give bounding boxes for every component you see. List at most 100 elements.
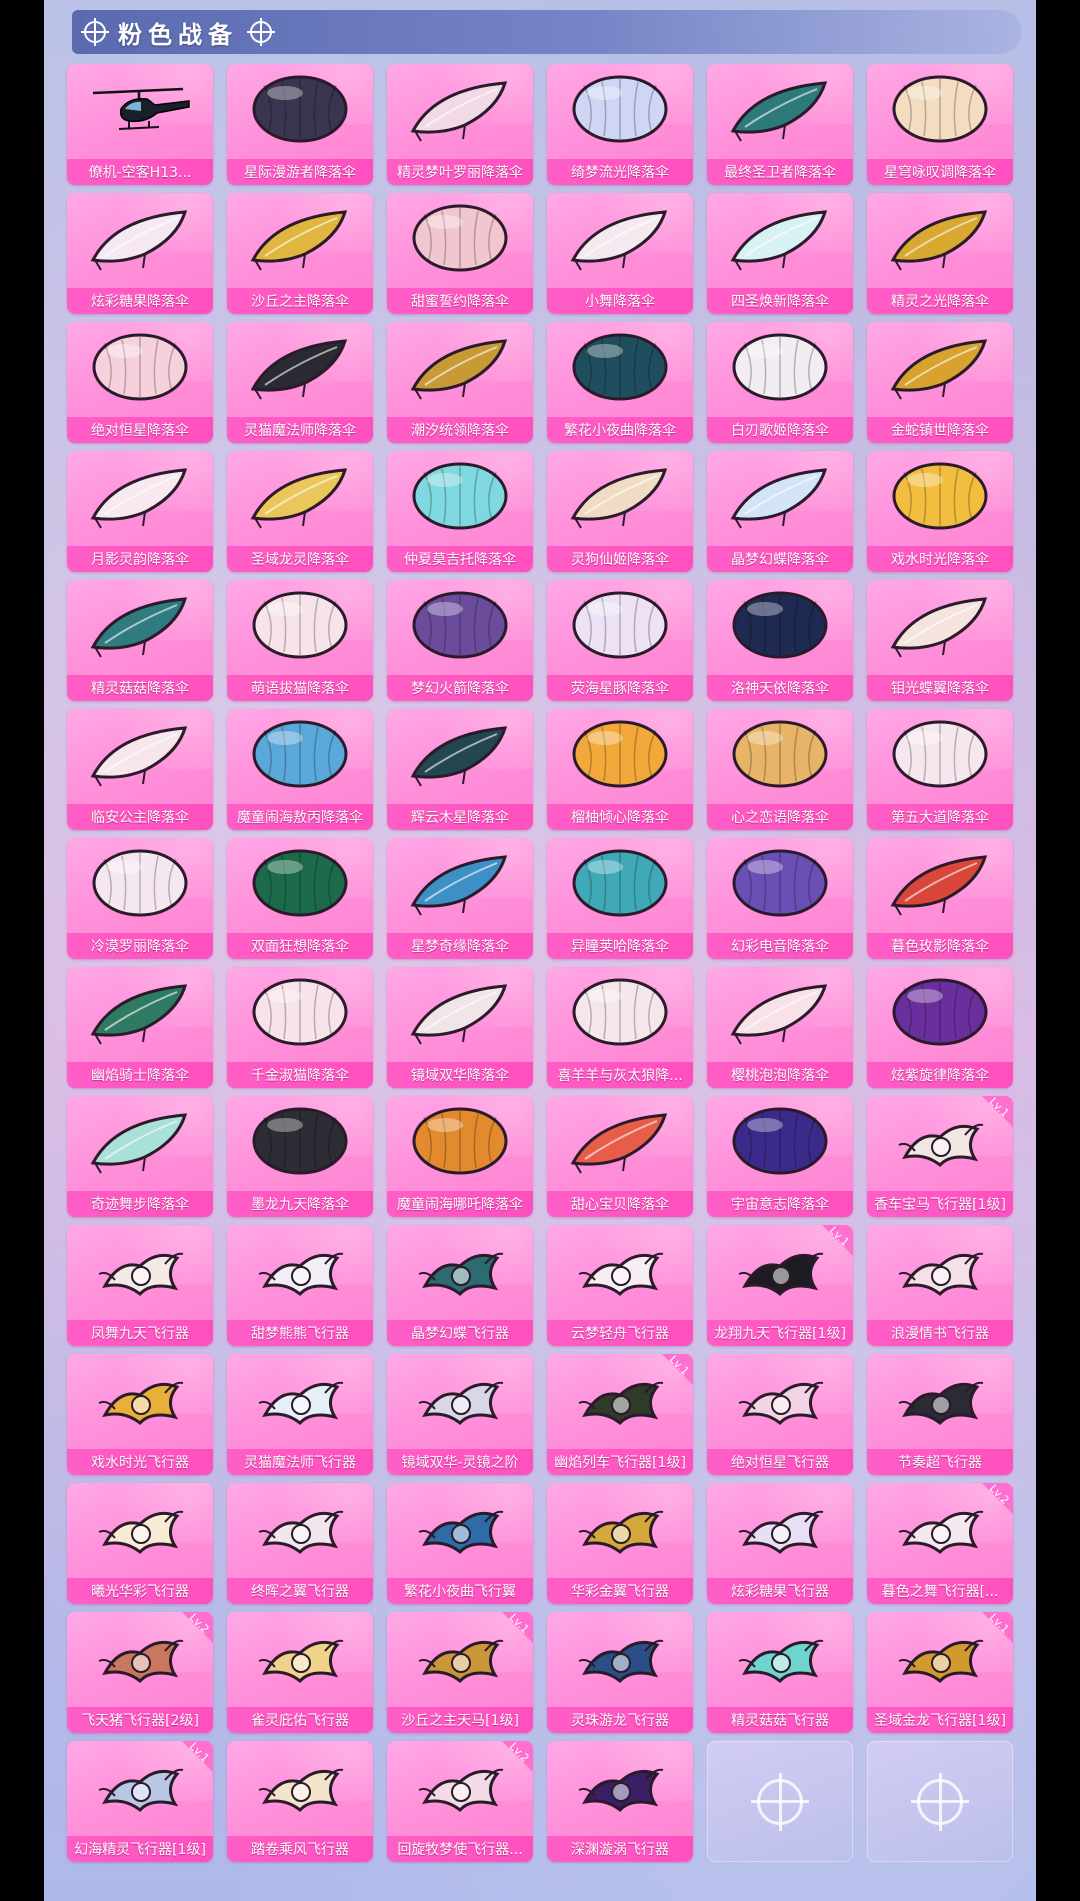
item-card[interactable]: Lv.1 香车宝马飞行器[1级]: [867, 1096, 1013, 1217]
item-card[interactable]: 洛神天依降落伞: [707, 580, 853, 701]
item-card[interactable]: 灵猫魔法师飞行器: [227, 1354, 373, 1475]
item-card[interactable]: 魔童闹海哪吒降落伞: [387, 1096, 533, 1217]
item-card[interactable]: 潮汐统领降落伞: [387, 322, 533, 443]
flyer-icon: [258, 1768, 344, 1813]
item-card[interactable]: 心之恋语降落伞: [707, 709, 853, 830]
item-card[interactable]: 圣域龙灵降落伞: [227, 451, 373, 572]
item-label-bar: 潮汐统领降落伞: [387, 417, 533, 443]
item-card[interactable]: 暮色玫影降落伞: [867, 838, 1013, 959]
item-card[interactable]: 炫紫旋律降落伞: [867, 967, 1013, 1088]
item-card[interactable]: 僚机-空客H13...: [67, 64, 213, 185]
item-card[interactable]: 星梦奇缘降落伞: [387, 838, 533, 959]
item-card[interactable]: 灵猫魔法师降落伞: [227, 322, 373, 443]
item-card[interactable]: 戏水时光降落伞: [867, 451, 1013, 572]
item-card[interactable]: 千金淑猫降落伞: [227, 967, 373, 1088]
item-card[interactable]: Lv.1 沙丘之主天马[1级]: [387, 1612, 533, 1733]
item-card[interactable]: 辉云木星降落伞: [387, 709, 533, 830]
item-card[interactable]: 曦光华彩飞行器: [67, 1483, 213, 1604]
item-label-bar: 樱桃泡泡降落伞: [707, 1062, 853, 1088]
item-card[interactable]: 小舞降落伞: [547, 193, 693, 314]
item-card[interactable]: 萌语拔猫降落伞: [227, 580, 373, 701]
item-card[interactable]: 终晖之翼飞行器: [227, 1483, 373, 1604]
item-card[interactable]: 幻彩电音降落伞: [707, 838, 853, 959]
item-card[interactable]: 精灵菇菇飞行器: [707, 1612, 853, 1733]
item-card[interactable]: 冷漠罗丽降落伞: [67, 838, 213, 959]
flyer-icon: [418, 1381, 504, 1426]
item-card[interactable]: 樱桃泡泡降落伞: [707, 967, 853, 1088]
parachute-icon: [892, 75, 988, 143]
item-card[interactable]: 奇迹舞步降落伞: [67, 1096, 213, 1217]
item-card[interactable]: 异瞳荚哈降落伞: [547, 838, 693, 959]
item-card[interactable]: 临安公主降落伞: [67, 709, 213, 830]
item-card[interactable]: Lv.2 暮色之舞飞行器[...: [867, 1483, 1013, 1604]
item-card[interactable]: 灵狗仙姬降落伞: [547, 451, 693, 572]
empty-slot[interactable]: [867, 1741, 1013, 1862]
item-card[interactable]: 精灵之光降落伞: [867, 193, 1013, 314]
item-card[interactable]: 四圣焕新降落伞: [707, 193, 853, 314]
item-card[interactable]: 浪漫情书飞行器: [867, 1225, 1013, 1346]
item-card[interactable]: 白刃歌姬降落伞: [707, 322, 853, 443]
item-card[interactable]: 双面狂想降落伞: [227, 838, 373, 959]
item-card[interactable]: 第五大道降落伞: [867, 709, 1013, 830]
item-card[interactable]: 绝对恒星降落伞: [67, 322, 213, 443]
item-card[interactable]: 金蛇镇世降落伞: [867, 322, 1013, 443]
item-card[interactable]: 雀灵庇佑飞行器: [227, 1612, 373, 1733]
item-name: 香车宝马飞行器[1级]: [874, 1197, 1006, 1213]
item-card[interactable]: Lv.1 幻海精灵飞行器[1级]: [67, 1741, 213, 1862]
item-card[interactable]: 精灵菇菇降落伞: [67, 580, 213, 701]
item-card[interactable]: Lv.2 飞天猪飞行器[2级]: [67, 1612, 213, 1733]
item-name: 戏水时光飞行器: [91, 1455, 189, 1471]
item-card[interactable]: 精灵梦叶罗丽降落伞: [387, 64, 533, 185]
item-card[interactable]: Lv.1 龙翔九天飞行器[1级]: [707, 1225, 853, 1346]
item-card[interactable]: 繁花小夜曲飞行翼: [387, 1483, 533, 1604]
item-card[interactable]: 凤舞九天飞行器: [67, 1225, 213, 1346]
item-label-bar: 临安公主降落伞: [67, 804, 213, 830]
item-card[interactable]: 榴柚倾心降落伞: [547, 709, 693, 830]
item-card[interactable]: 宇宙意志降落伞: [707, 1096, 853, 1217]
item-label-bar: 圣域金龙飞行器[1级]: [867, 1707, 1013, 1733]
item-card[interactable]: 幽焰骑士降落伞: [67, 967, 213, 1088]
item-label-bar: 金蛇镇世降落伞: [867, 417, 1013, 443]
item-label-bar: 第五大道降落伞: [867, 804, 1013, 830]
item-card[interactable]: 荧海星豚降落伞: [547, 580, 693, 701]
item-card[interactable]: 云梦轻舟飞行器: [547, 1225, 693, 1346]
item-card[interactable]: 晶梦幻蝶飞行器: [387, 1225, 533, 1346]
item-card[interactable]: 星际漫游者降落伞: [227, 64, 373, 185]
item-label-bar: 宇宙意志降落伞: [707, 1191, 853, 1217]
item-name: 异瞳荚哈降落伞: [571, 939, 669, 955]
level-badge: Lv.1: [489, 1612, 533, 1656]
item-card[interactable]: 魔童闹海敖丙降落伞: [227, 709, 373, 830]
item-card[interactable]: 仲夏莫吉托降落伞: [387, 451, 533, 572]
item-card[interactable]: 深渊漩涡飞行器: [547, 1741, 693, 1862]
item-card[interactable]: 镜域双华-灵镜之阶: [387, 1354, 533, 1475]
item-card[interactable]: 甜梦熊熊飞行器: [227, 1225, 373, 1346]
item-card[interactable]: 沙丘之主降落伞: [227, 193, 373, 314]
item-card[interactable]: 节奏超飞行器: [867, 1354, 1013, 1475]
item-card[interactable]: 晶梦幻蝶降落伞: [707, 451, 853, 572]
item-card[interactable]: 墨龙九天降落伞: [227, 1096, 373, 1217]
item-card[interactable]: 踏卷乘风飞行器: [227, 1741, 373, 1862]
item-card[interactable]: 炫彩糖果降落伞: [67, 193, 213, 314]
item-card[interactable]: 甜心宝贝降落伞: [547, 1096, 693, 1217]
parachute-icon: [892, 720, 988, 788]
item-card[interactable]: 戏水时光飞行器: [67, 1354, 213, 1475]
item-card[interactable]: 炫彩糖果飞行器: [707, 1483, 853, 1604]
item-card[interactable]: 甜蜜誓约降落伞: [387, 193, 533, 314]
item-card[interactable]: Lv.1 幽焰列车飞行器[1级]: [547, 1354, 693, 1475]
item-card[interactable]: 月影灵韵降落伞: [67, 451, 213, 572]
level-badge: Lv.1: [809, 1225, 853, 1269]
item-card[interactable]: 繁花小夜曲降落伞: [547, 322, 693, 443]
item-card[interactable]: 绝对恒星飞行器: [707, 1354, 853, 1475]
item-card[interactable]: 华彩金翼飞行器: [547, 1483, 693, 1604]
item-card[interactable]: 钼光蝶翼降落伞: [867, 580, 1013, 701]
item-card[interactable]: Lv.1 圣域金龙飞行器[1级]: [867, 1612, 1013, 1733]
item-card[interactable]: 梦幻火箭降落伞: [387, 580, 533, 701]
empty-slot[interactable]: [707, 1741, 853, 1862]
item-card[interactable]: 最终圣卫者降落伞: [707, 64, 853, 185]
item-card[interactable]: 镜域双华降落伞: [387, 967, 533, 1088]
item-card[interactable]: 喜羊羊与灰太狼降...: [547, 967, 693, 1088]
item-card[interactable]: 绮梦流光降落伞: [547, 64, 693, 185]
item-card[interactable]: 灵珠游龙飞行器: [547, 1612, 693, 1733]
item-card[interactable]: Lv.2 回旋牧梦使飞行器...: [387, 1741, 533, 1862]
item-card[interactable]: 星穹咏叹调降落伞: [867, 64, 1013, 185]
